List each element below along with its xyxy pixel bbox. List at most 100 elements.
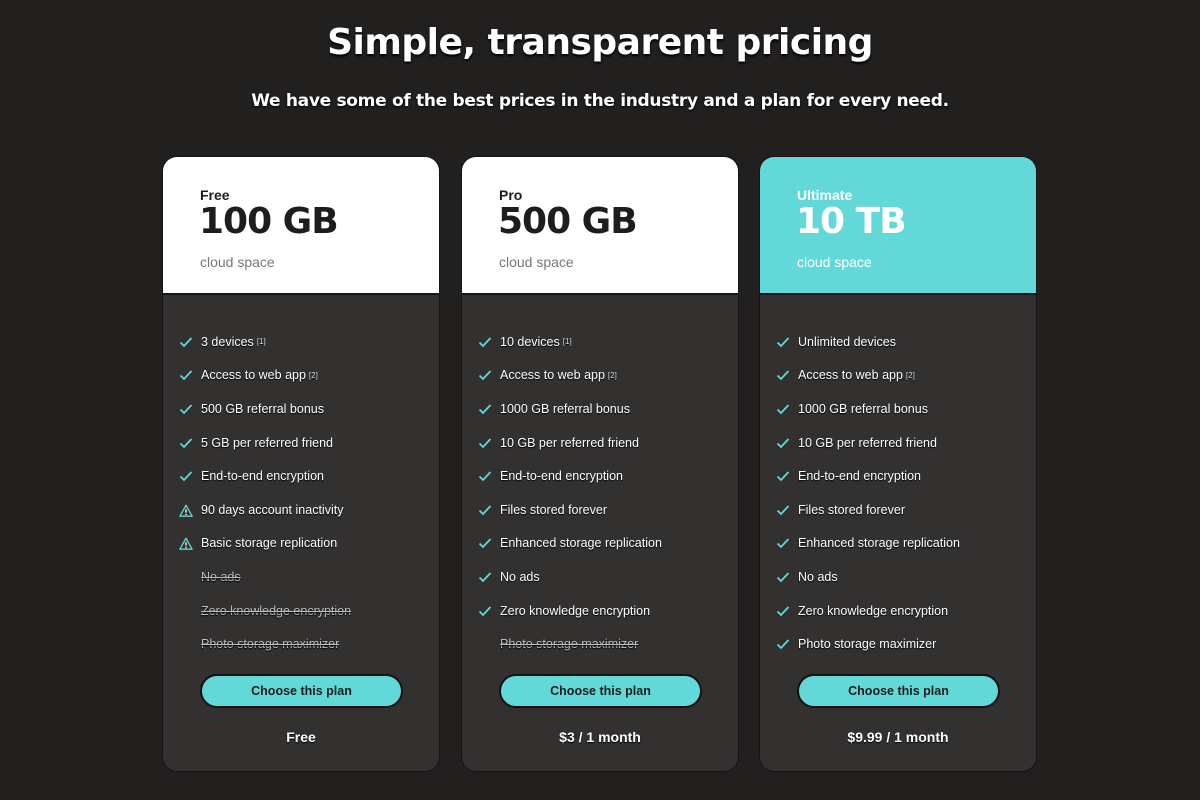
plan-storage-label: cloud space <box>499 254 574 270</box>
feature-item: Zero knowledge encryption <box>163 594 439 628</box>
check-icon <box>776 469 790 483</box>
feature-text: Zero knowledge encryption <box>500 603 651 618</box>
check-icon <box>478 368 492 382</box>
plan-header: Pro 500 GB cloud space <box>462 157 738 295</box>
feature-text: 3 devices <box>201 334 254 349</box>
check-icon <box>478 536 492 550</box>
choose-plan-button[interactable]: Choose this plan <box>200 674 403 708</box>
feature-list: Unlimited devices Access to web app [2] 100… <box>760 325 1036 661</box>
feature-text: Files stored forever <box>500 502 607 517</box>
feature-text: No ads <box>798 569 838 584</box>
feature-item: 10 devices [1] <box>462 325 738 359</box>
feature-item: Enhanced storage replication <box>760 527 1036 561</box>
feature-text: Files stored forever <box>798 502 905 517</box>
feature-item: Basic storage replication <box>163 527 439 561</box>
feature-text: 10 devices <box>500 334 560 349</box>
feature-text: Photo storage maximizer <box>201 637 340 652</box>
page-title: Simple, transparent pricing <box>327 22 873 63</box>
footnote-ref[interactable]: [2] <box>309 371 318 380</box>
feature-text: Access to web app <box>201 368 306 383</box>
feature-text: Access to web app <box>798 368 903 383</box>
feature-item: Unlimited devices <box>760 325 1036 359</box>
feature-item: 10 GB per referred friend <box>462 426 738 460</box>
feature-item: 10 GB per referred friend <box>760 426 1036 460</box>
check-icon <box>179 436 193 450</box>
feature-text: Photo storage maximizer <box>798 637 937 652</box>
check-icon <box>478 436 492 450</box>
plan-card-ultimate: Ultimate 10 TB cloud space Unlimited dev… <box>760 157 1036 771</box>
feature-item: Files stored forever <box>760 493 1036 527</box>
feature-text: End-to-end encryption <box>500 469 623 484</box>
check-icon <box>478 402 492 416</box>
plan-storage: 10 TB <box>796 201 907 242</box>
feature-item: End-to-end encryption <box>163 459 439 493</box>
feature-item: Enhanced storage replication <box>462 527 738 561</box>
footnote-ref[interactable]: [2] <box>608 371 617 380</box>
feature-item: End-to-end encryption <box>760 459 1036 493</box>
feature-item: End-to-end encryption <box>462 459 738 493</box>
check-icon <box>478 335 492 349</box>
feature-item: Zero knowledge encryption <box>760 594 1036 628</box>
feature-item: No ads <box>462 560 738 594</box>
feature-item: 90 days account inactivity <box>163 493 439 527</box>
choose-plan-button[interactable]: Choose this plan <box>797 674 1000 708</box>
feature-item: Photo storage maximizer <box>462 627 738 661</box>
page-subtitle: We have some of the best prices in the i… <box>251 91 949 111</box>
plan-card-pro: Pro 500 GB cloud space 10 devices [1] Acce… <box>462 157 738 771</box>
check-icon <box>776 368 790 382</box>
feature-item: Access to web app [2] <box>163 359 439 393</box>
check-icon <box>776 402 790 416</box>
feature-item: Photo storage maximizer <box>760 627 1036 661</box>
feature-list: 10 devices [1] Access to web app [2] 1000 GB… <box>462 325 738 661</box>
feature-text: Unlimited devices <box>798 334 896 349</box>
footnote-ref[interactable]: [1] <box>257 337 266 346</box>
feature-item: 500 GB referral bonus <box>163 392 439 426</box>
check-icon <box>478 604 492 618</box>
feature-item: 3 devices [1] <box>163 325 439 359</box>
feature-text: Zero knowledge encryption <box>798 603 949 618</box>
feature-text: Photo storage maximizer <box>500 637 639 652</box>
feature-item: Zero knowledge encryption <box>462 594 738 628</box>
footnote-ref[interactable]: [1] <box>563 337 572 346</box>
feature-text: No ads <box>500 569 540 584</box>
plan-storage: 100 GB <box>199 201 339 242</box>
check-icon <box>179 368 193 382</box>
check-icon <box>776 503 790 517</box>
check-icon <box>776 335 790 349</box>
check-icon <box>478 570 492 584</box>
warning-icon <box>179 503 193 517</box>
plan-storage-label: cloud space <box>797 254 872 270</box>
footnote-ref[interactable]: [2] <box>906 371 915 380</box>
check-icon <box>179 469 193 483</box>
plan-storage: 500 GB <box>498 201 638 242</box>
feature-text: 5 GB per referred friend <box>201 435 334 450</box>
plan-storage-label: cloud space <box>200 254 275 270</box>
feature-item: 1000 GB referral bonus <box>462 392 738 426</box>
feature-text: 500 GB referral bonus <box>201 401 324 416</box>
plan-header: Ultimate 10 TB cloud space <box>760 157 1036 295</box>
feature-text: 90 days account inactivity <box>201 502 344 517</box>
choose-plan-button[interactable]: Choose this plan <box>499 674 702 708</box>
check-icon <box>776 637 790 651</box>
plan-price: $9.99 / 1 month <box>847 729 949 745</box>
check-icon <box>776 436 790 450</box>
plan-price: $3 / 1 month <box>559 729 641 745</box>
feature-item: No ads <box>760 560 1036 594</box>
feature-list: 3 devices [1] Access to web app [2] 500 GB r… <box>163 325 439 661</box>
feature-text: 10 GB per referred friend <box>798 435 937 450</box>
check-icon <box>179 335 193 349</box>
feature-text: Enhanced storage replication <box>500 536 662 551</box>
check-icon <box>179 402 193 416</box>
plan-price: Free <box>286 729 316 745</box>
warning-icon <box>179 536 193 551</box>
feature-item: No ads <box>163 560 439 594</box>
check-icon <box>776 604 790 618</box>
feature-item: 1000 GB referral bonus <box>760 392 1036 426</box>
feature-item: Access to web app [2] <box>462 359 738 393</box>
feature-item: Access to web app [2] <box>760 359 1036 393</box>
feature-text: No ads <box>201 569 241 584</box>
feature-text: 1000 GB referral bonus <box>798 401 928 416</box>
feature-text: 1000 GB referral bonus <box>500 401 630 416</box>
plan-card-free: Free 100 GB cloud space 3 devices [1] Acce… <box>163 157 439 771</box>
feature-text: Enhanced storage replication <box>798 536 960 551</box>
